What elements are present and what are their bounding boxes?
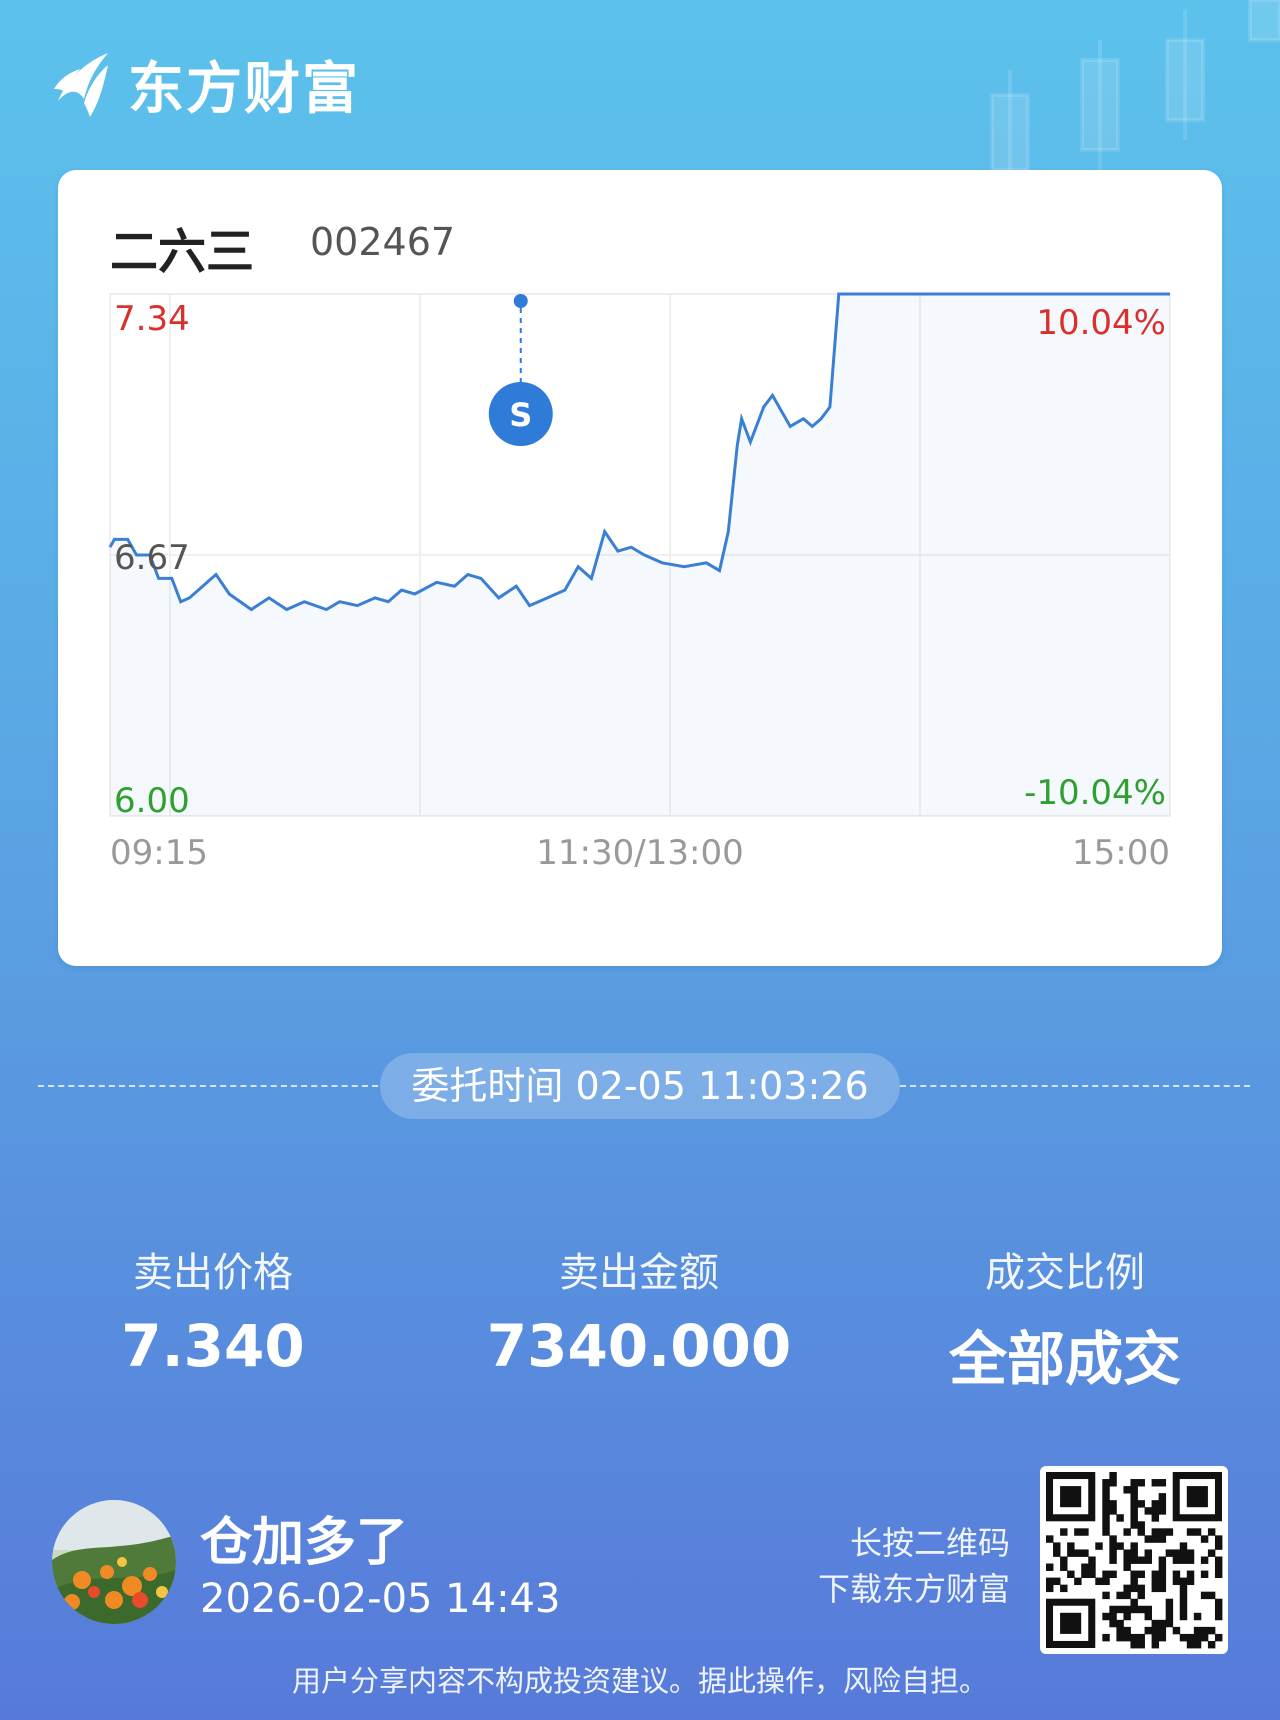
dashed-divider-left <box>38 1085 378 1087</box>
brand-name: 东方财富 <box>128 56 360 122</box>
y-tick-mid: 6.67 <box>114 538 190 578</box>
x-tick-close: 15:00 <box>1072 833 1170 873</box>
x-tick-midday: 11:30/13:00 <box>536 833 743 873</box>
avatar[interactable] <box>52 1500 176 1624</box>
qr-code[interactable] <box>1040 1466 1228 1654</box>
stat-value: 7340.000 <box>486 1312 792 1380</box>
stock-code: 002467 <box>310 220 456 264</box>
stat-value: 7.340 <box>121 1312 305 1380</box>
brand-header: 东方财富 <box>50 48 360 122</box>
stat-label: 成交比例 <box>985 1250 1145 1296</box>
user-name: 仓加多了 <box>200 1513 409 1573</box>
stat-fill-ratio: 成交比例 全部成交 <box>885 1240 1245 1396</box>
stat-sell-price: 卖出价格 7.340 <box>33 1240 393 1380</box>
sell-point-dot <box>513 294 528 308</box>
order-time-value: 02-05 11:03:26 <box>575 1064 869 1108</box>
intraday-price-chart: 7.34 6.67 6.00 10.04% -10.04% 09:15 11:30/13:0… <box>108 292 1171 873</box>
qr-code-icon <box>1046 1472 1223 1649</box>
order-time-pill: 委托时间 02-05 11:03:26 <box>380 1053 900 1119</box>
share-timestamp: 2026-02-05 14:43 <box>200 1576 561 1622</box>
qr-hint: 长按二维码 下载东方财富 <box>818 1520 1010 1612</box>
y-tick-high: 7.34 <box>114 299 190 339</box>
stat-label: 卖出金额 <box>559 1250 719 1296</box>
stat-sell-amount: 卖出金额 7340.000 <box>459 1240 819 1380</box>
stock-chart-card: 7.34 6.67 6.00 10.04% -10.04% 09:15 11:30/13:0… <box>58 170 1222 966</box>
stat-value: 全部成交 <box>948 1325 1181 1393</box>
qr-hint-line2: 下载东方财富 <box>817 1570 1010 1608</box>
y-tick-right-high: 10.04% <box>1036 303 1166 343</box>
background-candlestick-decoration <box>990 0 1280 180</box>
disclaimer: 用户分享内容不构成投资建议。据此操作，风险自担。 <box>291 1664 988 1698</box>
avatar-flowers-image <box>52 1500 176 1624</box>
dashed-divider-right <box>900 1085 1250 1087</box>
eastmoney-logo-icon <box>54 53 108 117</box>
x-tick-open: 09:15 <box>110 833 208 873</box>
y-tick-low: 6.00 <box>114 781 190 821</box>
sell-marker-label: S <box>509 396 532 434</box>
y-tick-right-low: -10.04% <box>1024 773 1166 813</box>
stat-label: 卖出价格 <box>133 1250 293 1296</box>
qr-hint-line1: 长按二维码 <box>849 1524 1010 1562</box>
order-time-label: 委托时间 <box>411 1064 564 1108</box>
stock-name: 二六三 <box>110 224 255 280</box>
